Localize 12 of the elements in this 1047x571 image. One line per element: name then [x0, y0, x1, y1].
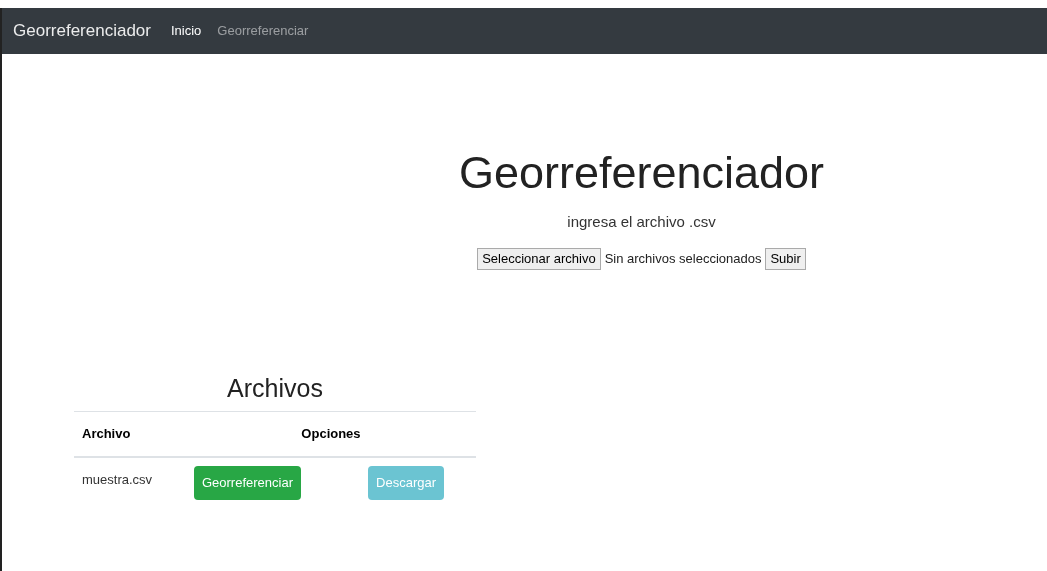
nav-link[interactable]: Georreferenciar: [217, 21, 309, 41]
page-title: Georreferenciador: [458, 150, 825, 195]
file-status: Sin archivos seleccionados: [604, 249, 762, 268]
brand-link[interactable]: Georreferenciador: [13, 18, 151, 44]
subtitle: ingresa el archivo .csv: [567, 212, 716, 232]
column-header: Archivo: [74, 411, 186, 457]
file-name: muestra.csv: [74, 456, 186, 508]
section-title: Archivos: [226, 372, 324, 404]
column-header: Opciones: [185, 411, 476, 457]
upload-button[interactable]: Subir: [765, 247, 806, 270]
file-select-button[interactable]: Seleccionar archivo: [477, 247, 601, 270]
nav-link[interactable]: Inicio: [170, 21, 202, 41]
